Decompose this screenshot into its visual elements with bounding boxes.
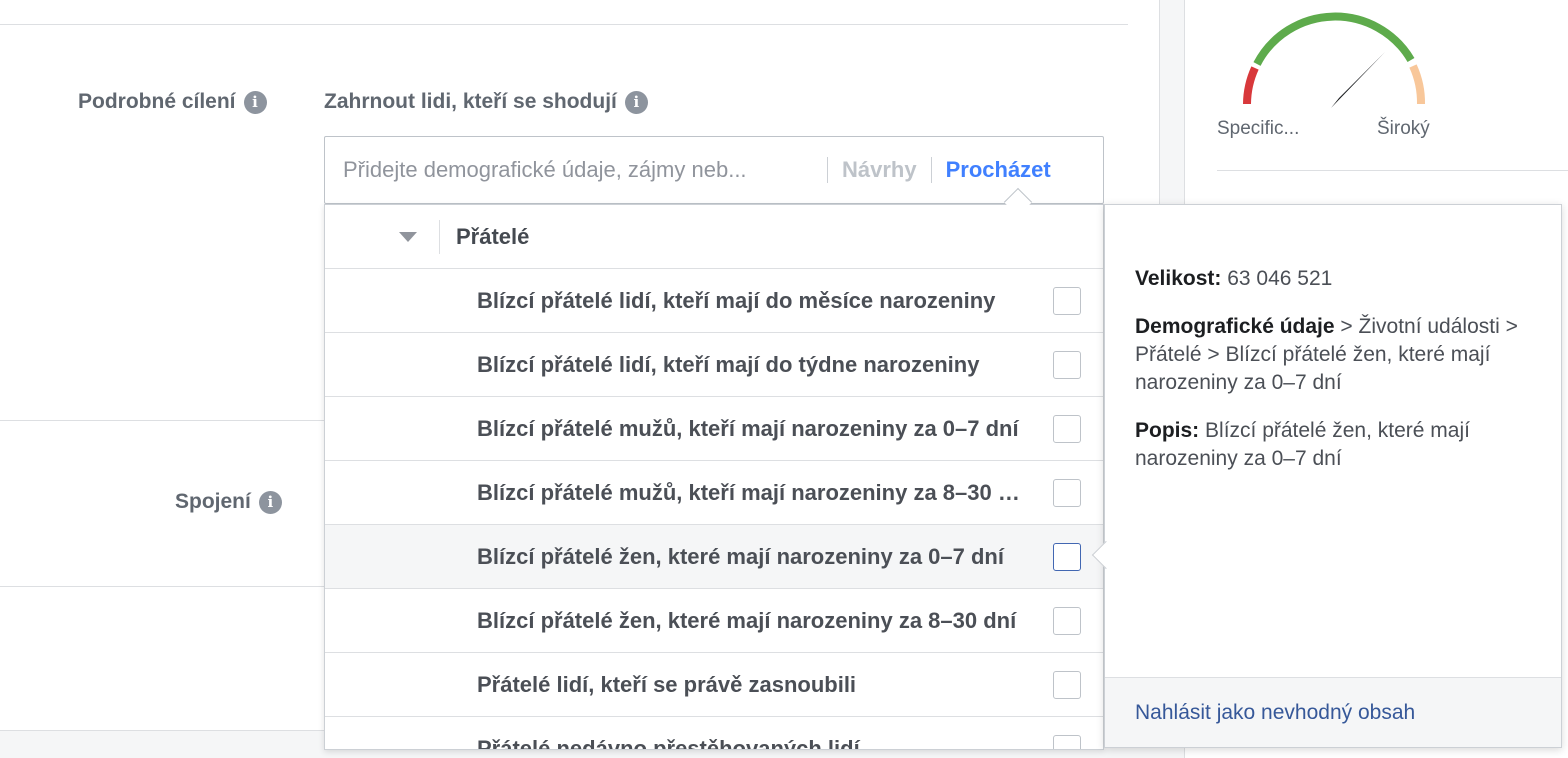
gauge-red-segment xyxy=(1243,66,1259,105)
audience-gauge-icon xyxy=(1243,12,1426,108)
item-checkbox[interactable] xyxy=(1053,286,1081,315)
tooltip-description: Popis: Blízcí přátelé žen, které mají na… xyxy=(1135,417,1531,473)
gauge-orange-segment xyxy=(1409,64,1426,105)
item-checkbox[interactable] xyxy=(1053,414,1081,443)
connections-label: Spojení i xyxy=(175,490,282,514)
tooltip-path: Demografické údaje > Životní události > … xyxy=(1135,313,1531,397)
separator xyxy=(827,157,828,183)
list-item[interactable]: Blízcí přátelé žen, které mají narozenin… xyxy=(325,589,1103,653)
gauge-needle xyxy=(1331,52,1385,108)
include-people-label: Zahrnout lidi, kteří se shodují i xyxy=(324,90,648,114)
item-details-tooltip: Velikost: 63 046 521 Demografické údaje … xyxy=(1104,204,1562,748)
size-label: Velikost: xyxy=(1135,267,1222,290)
tooltip-body: Velikost: 63 046 521 Demografické údaje … xyxy=(1105,205,1561,473)
list-item[interactable]: Přátelé lidí, kteří se právě zasnoubili xyxy=(325,653,1103,717)
browse-dropdown: Přátelé Blízcí přátelé lidí, kteří mají … xyxy=(324,204,1104,750)
item-checkbox[interactable] xyxy=(1053,542,1081,571)
list-item[interactable]: Blízcí přátelé mužů, kteří mají narozeni… xyxy=(325,461,1103,525)
list-item-label: Blízcí přátelé lidí, kteří mají do týdne… xyxy=(477,351,980,377)
gauge-broad-label: Široký xyxy=(1377,118,1430,139)
list-item-label: Přátelé nedávno přestěhovaných lidí xyxy=(477,735,860,750)
list-item-label: Blízcí přátelé lidí, kteří mají do měsíc… xyxy=(477,287,996,313)
divider xyxy=(0,586,324,587)
separator xyxy=(439,219,440,254)
list-item-label: Přátelé lidí, kteří se právě zasnoubili xyxy=(477,671,857,697)
list-item[interactable]: Přátelé nedávno přestěhovaných lidí xyxy=(325,717,1103,750)
suggestions-tab[interactable]: Návrhy xyxy=(842,157,917,183)
tooltip-size: Velikost: 63 046 521 xyxy=(1135,265,1531,293)
connections-text: Spojení xyxy=(175,490,251,513)
page: Podrobné cílení i Zahrnout lidi, kteří s… xyxy=(0,0,1568,758)
gauge-green-segment xyxy=(1253,12,1415,66)
divider xyxy=(0,420,324,421)
include-people-text: Zahrnout lidi, kteří se shodují xyxy=(324,90,617,113)
list-item[interactable]: Blízcí přátelé lidí, kteří mají do týdne… xyxy=(325,333,1103,397)
path-label: Demografické údaje xyxy=(1135,315,1335,338)
tooltip-footer: Nahlásit jako nevhodný obsah xyxy=(1105,677,1561,747)
divider xyxy=(0,24,1128,25)
separator xyxy=(930,157,932,183)
browse-tab[interactable]: Procházet xyxy=(946,157,1051,183)
item-checkbox[interactable] xyxy=(1053,478,1081,507)
description-label: Popis: xyxy=(1135,419,1200,442)
category-header[interactable]: Přátelé xyxy=(325,205,1103,269)
report-inappropriate-link[interactable]: Nahlásit jako nevhodný obsah xyxy=(1135,701,1415,725)
gauge-specific-label: Specific... xyxy=(1217,118,1300,139)
detailed-targeting-label: Podrobné cílení i xyxy=(78,90,267,114)
detailed-targeting-text: Podrobné cílení xyxy=(78,90,236,113)
detailed-targeting-search[interactable]: Návrhy Procházet xyxy=(324,136,1104,204)
item-checkbox[interactable] xyxy=(1053,606,1081,635)
size-value: 63 046 521 xyxy=(1227,267,1333,290)
info-icon[interactable]: i xyxy=(258,490,282,514)
info-icon[interactable]: i xyxy=(243,90,267,114)
item-checkbox[interactable] xyxy=(1053,670,1081,699)
list-item-label: Blízcí přátelé mužů, kteří mají narozeni… xyxy=(477,479,1029,505)
list-item[interactable]: Blízcí přátelé lidí, kteří mají do měsíc… xyxy=(325,269,1103,333)
list-item-label: Blízcí přátelé žen, které mají narozenin… xyxy=(477,543,1004,569)
list-item-label: Blízcí přátelé mužů, kteří mají narozeni… xyxy=(477,415,1019,441)
item-checkbox[interactable] xyxy=(1053,350,1081,379)
info-icon[interactable]: i xyxy=(624,90,648,114)
targeting-search-input[interactable] xyxy=(343,157,813,183)
category-title: Přátelé xyxy=(456,223,530,249)
divider xyxy=(1217,170,1568,171)
item-checkbox[interactable] xyxy=(1053,734,1081,749)
list-item-label: Blízcí přátelé žen, které mají narozenin… xyxy=(477,607,1017,633)
collapse-triangle-icon[interactable] xyxy=(399,231,417,242)
list-item[interactable]: Blízcí přátelé mužů, kteří mají narozeni… xyxy=(325,397,1103,461)
list-item-hovered[interactable]: Blízcí přátelé žen, které mají narozenin… xyxy=(325,525,1103,589)
